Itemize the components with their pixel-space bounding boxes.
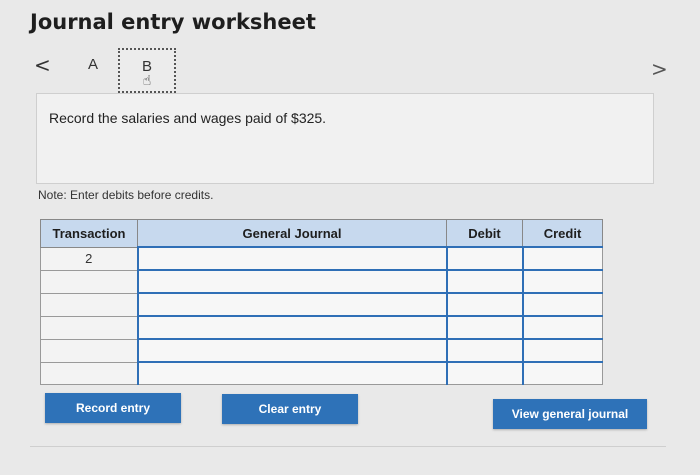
next-arrow-icon[interactable]: > [651, 57, 668, 81]
page-title: Journal entry worksheet [30, 10, 316, 34]
note-text: Note: Enter debits before credits. [38, 188, 214, 202]
credit-input[interactable] [521, 361, 603, 385]
credit-input[interactable] [521, 269, 603, 294]
debit-input[interactable] [445, 315, 523, 340]
debit-input[interactable] [445, 292, 523, 317]
transaction-cell [40, 361, 138, 385]
credit-input[interactable] [521, 315, 603, 340]
table-header-row: Transaction General Journal Debit Credit [40, 219, 603, 248]
table-row [40, 315, 603, 340]
transaction-cell: 2 [40, 246, 138, 271]
transaction-cell [40, 338, 138, 363]
table-row [40, 292, 603, 317]
account-input[interactable] [136, 246, 447, 271]
transaction-cell [40, 269, 138, 294]
tab-a[interactable]: A [88, 56, 98, 73]
account-input[interactable] [136, 292, 447, 317]
account-input[interactable] [136, 361, 447, 385]
instruction-box: Record the salaries and wages paid of $3… [36, 93, 654, 184]
instruction-text: Record the salaries and wages paid of $3… [49, 110, 327, 126]
clear-entry-button[interactable]: Clear entry [222, 394, 358, 424]
credit-input[interactable] [521, 246, 603, 271]
table-row [40, 338, 603, 363]
transaction-cell [40, 315, 138, 340]
debit-input[interactable] [445, 338, 523, 363]
account-input[interactable] [136, 315, 447, 340]
hand-pointer-icon: ☝ [142, 72, 152, 88]
header-credit: Credit [522, 219, 603, 248]
table-row [40, 361, 603, 385]
transaction-cell [40, 292, 138, 317]
bottom-divider [30, 446, 666, 447]
debit-input[interactable] [445, 246, 523, 271]
debit-input[interactable] [445, 361, 523, 385]
account-input[interactable] [136, 269, 447, 294]
header-general-journal: General Journal [137, 219, 447, 248]
journal-table: Transaction General Journal Debit Credit… [40, 219, 603, 385]
header-debit: Debit [446, 219, 523, 248]
table-row: 2 [40, 246, 603, 271]
table-row [40, 269, 603, 294]
record-entry-button[interactable]: Record entry [45, 393, 181, 423]
credit-input[interactable] [521, 292, 603, 317]
debit-input[interactable] [445, 269, 523, 294]
tab-b[interactable]: B ☝ [118, 48, 176, 95]
view-general-journal-button[interactable]: View general journal [493, 399, 647, 429]
prev-arrow-icon[interactable]: < [34, 53, 51, 77]
header-transaction: Transaction [40, 219, 138, 248]
credit-input[interactable] [521, 338, 603, 363]
account-input[interactable] [136, 338, 447, 363]
